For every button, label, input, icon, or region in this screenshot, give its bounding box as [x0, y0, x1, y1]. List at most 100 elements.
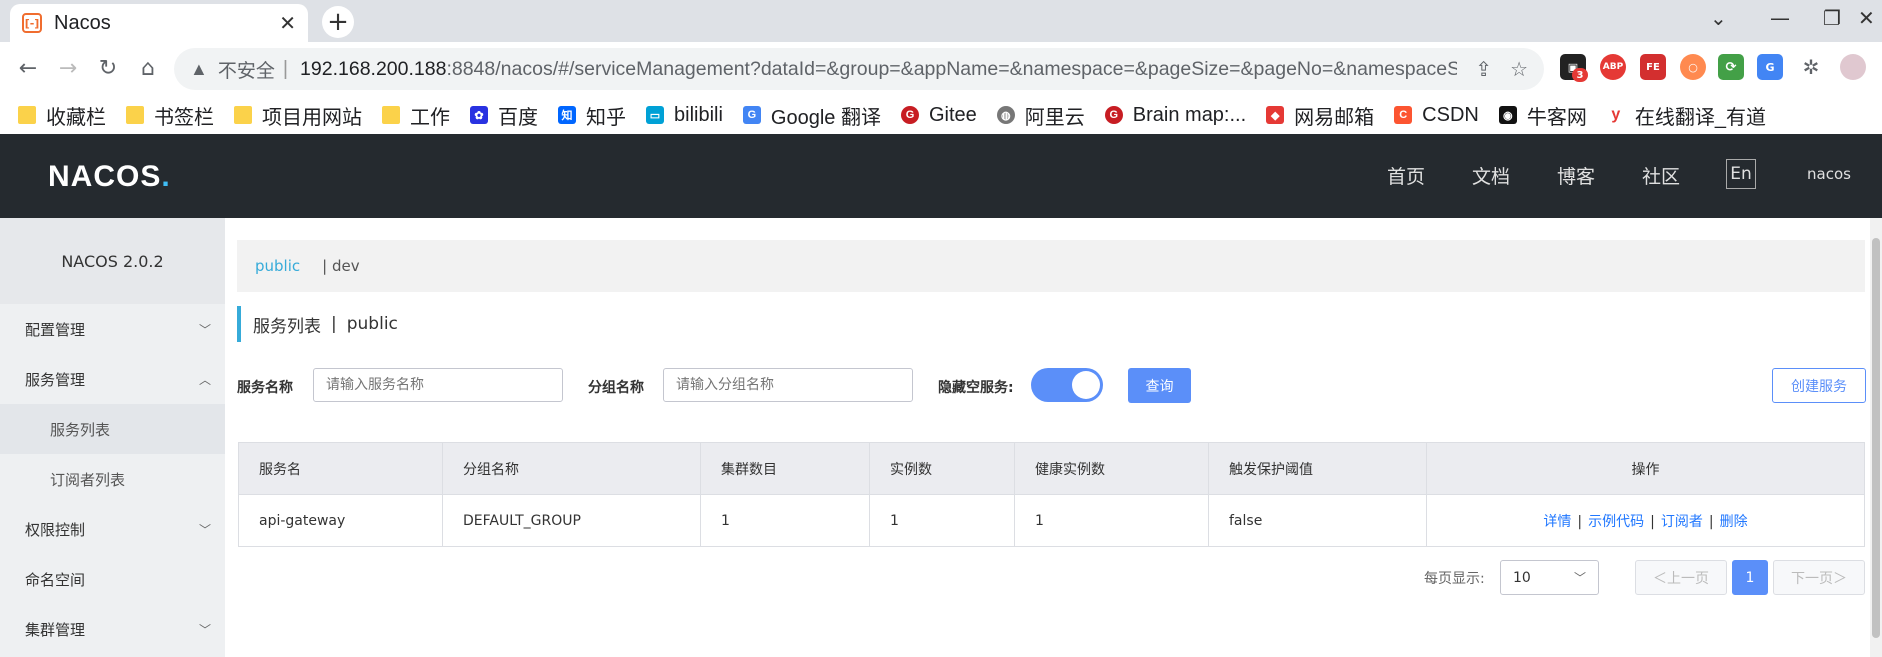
folder-icon — [126, 106, 144, 124]
bookmark-item[interactable]: G Brain map:... — [1104, 104, 1246, 127]
bookmark-label: Google 翻译 — [770, 106, 881, 129]
sidebar-item-config[interactable]: 配置管理 ﹀ — [0, 304, 225, 354]
bookmark-star-icon[interactable]: ☆ — [1510, 57, 1528, 82]
bookmark-label: 工作 — [410, 106, 450, 129]
namespace-bar: public | dev — [237, 240, 1865, 292]
reload-icon[interactable]: ↻ — [92, 52, 124, 84]
new-tab-button[interactable]: + — [322, 6, 354, 38]
bookmark-item[interactable]: G Gitee — [900, 104, 977, 127]
zhihu-icon: 知 — [558, 106, 576, 124]
chevron-right-icon: ＞ — [1833, 570, 1847, 587]
minimize-icon[interactable]: — — [1770, 6, 1790, 30]
browser-tab[interactable]: [-] Nacos ✕ — [10, 4, 308, 42]
profile-avatar[interactable] — [1840, 54, 1866, 80]
brainmap-icon: G — [1104, 106, 1123, 124]
page-size-label: 每页显示: — [1424, 571, 1485, 587]
url-text[interactable]: 192.168.200.188:8848/nacos/#/serviceMana… — [300, 58, 1457, 81]
forward-icon[interactable]: → — [52, 52, 84, 84]
bookmark-item[interactable]: G Google 翻译 — [742, 101, 881, 130]
page-size-select[interactable]: 10 ﹀ — [1500, 560, 1599, 595]
action-separator: | — [1650, 513, 1655, 530]
service-name-input[interactable] — [313, 368, 563, 402]
share-icon[interactable]: ⇪ — [1475, 57, 1492, 82]
url-path: :8848/nacos/#/serviceManagement?dataId=&… — [446, 57, 1458, 80]
sidebar-item-label: 配置管理 — [25, 320, 86, 339]
prev-page-button[interactable]: ＜上一页 — [1635, 560, 1727, 595]
nav-community[interactable]: 社区 — [1642, 162, 1680, 189]
action-subscriber-link[interactable]: 订阅者 — [1661, 514, 1703, 530]
extensions-puzzle-icon[interactable]: ✲ — [1798, 54, 1824, 80]
nacos-logo[interactable]: NACOS. — [48, 160, 171, 194]
sidebar-item-label: 集群管理 — [25, 620, 86, 639]
back-icon[interactable]: ← — [12, 52, 44, 84]
page-scrollbar[interactable] — [1870, 218, 1882, 657]
bookmark-item[interactable]: ▭ bilibili — [646, 104, 723, 127]
bookmark-item[interactable]: 项目用网站 — [234, 101, 362, 130]
cell-healthy-count: 1 — [1014, 494, 1209, 547]
nav-docs[interactable]: 文档 — [1472, 162, 1510, 189]
page-title: 服务列表 | public — [237, 306, 408, 342]
bookmark-item[interactable]: ◉ 牛客网 — [1498, 101, 1587, 130]
fehelper-icon[interactable]: FE — [1640, 54, 1666, 80]
sidebar-item-service[interactable]: 服务管理 ︿ — [0, 354, 225, 404]
google-translate-icon: G — [742, 106, 761, 124]
action-delete-link[interactable]: 删除 — [1720, 514, 1748, 530]
query-button[interactable]: 查询 — [1128, 368, 1191, 403]
nav-home[interactable]: 首页 — [1387, 162, 1425, 189]
nav-blog[interactable]: 博客 — [1557, 162, 1595, 189]
tab-search-icon[interactable]: ⌄ — [1710, 6, 1727, 30]
home-icon[interactable]: ⌂ — [132, 52, 164, 84]
sidebar-item-subscribers[interactable]: 订阅者列表 — [0, 454, 225, 504]
url-bar[interactable]: ▲ 不安全 | 192.168.200.188:8848/nacos/#/ser… — [174, 48, 1544, 90]
sidebar-item-service-list[interactable]: 服务列表 — [0, 404, 225, 454]
bookmark-item[interactable]: ◍ 阿里云 — [996, 101, 1085, 130]
page-title-separator: | — [331, 314, 337, 334]
next-page-button[interactable]: 下一页＞ — [1773, 560, 1865, 595]
bookmark-item[interactable]: 知知乎 — [558, 101, 626, 130]
extension-green-icon[interactable]: ⟳ — [1718, 54, 1744, 80]
sidebar-item-label: 命名空间 — [25, 570, 86, 589]
close-window-icon[interactable]: ✕ — [1858, 6, 1875, 30]
folder-icon — [234, 106, 252, 124]
namespace-dev[interactable]: | dev — [322, 257, 359, 275]
bookmark-item[interactable]: 书签栏 — [126, 101, 214, 130]
sidebar-item-auth[interactable]: 权限控制 ﹀ — [0, 504, 225, 554]
google-translate-ext-icon[interactable]: G — [1757, 54, 1783, 80]
bookmark-item[interactable]: 收藏栏 — [18, 101, 106, 130]
bookmark-item[interactable]: C CSDN — [1394, 104, 1479, 127]
create-service-button[interactable]: 创建服务 — [1772, 368, 1866, 403]
username[interactable]: nacos — [1807, 165, 1851, 183]
group-name-label: 分组名称 — [588, 380, 644, 396]
bookmark-label: 在线翻译_有道 — [1634, 106, 1766, 129]
sidebar-item-label: 权限控制 — [25, 520, 86, 539]
hide-empty-label: 隐藏空服务: — [938, 380, 1014, 396]
sidebar-item-cluster[interactable]: 集群管理 ﹀ — [0, 604, 225, 654]
bookmark-item[interactable]: ◆ 网易邮箱 — [1266, 101, 1374, 130]
address-bar-row: ← → ↻ ⌂ ▲ 不安全 | 192.168.200.188:8848/nac… — [0, 42, 1882, 96]
bookmark-label: 项目用网站 — [262, 106, 362, 129]
bookmark-item[interactable]: 工作 — [382, 101, 450, 130]
sidebar-item-namespace[interactable]: 命名空间 — [0, 554, 225, 604]
bookmark-item[interactable]: y 在线翻译_有道 — [1607, 101, 1766, 130]
action-detail-link[interactable]: 详情 — [1543, 514, 1571, 530]
restore-icon[interactable]: ❐ — [1823, 6, 1841, 30]
adblock-icon[interactable]: ABP — [1600, 54, 1626, 80]
tab-close-icon[interactable]: ✕ — [279, 11, 296, 35]
chevron-down-icon: ﹀ — [1573, 571, 1586, 585]
action-sample-code-link[interactable]: 示例代码 — [1588, 514, 1644, 530]
extension-orange-icon[interactable]: ○ — [1680, 54, 1706, 80]
page-1-button[interactable]: 1 — [1732, 560, 1768, 595]
cell-actions: 详情 | 示例代码 | 订阅者 | 删除 — [1426, 494, 1865, 547]
bookmark-label: bilibili — [674, 103, 723, 126]
warning-icon[interactable]: ▲ — [190, 59, 208, 80]
namespace-public[interactable]: public — [255, 257, 300, 275]
cell-cluster-count: 1 — [700, 494, 870, 547]
bookmark-item[interactable]: ✿ 百度 — [470, 101, 538, 130]
netease-icon: ◆ — [1266, 106, 1285, 124]
action-separator: | — [1708, 513, 1714, 530]
group-name-input[interactable] — [663, 368, 913, 402]
bilibili-icon: ▭ — [646, 106, 664, 124]
language-toggle-button[interactable]: En — [1726, 159, 1756, 189]
scrollbar-thumb[interactable] — [1872, 238, 1880, 638]
hide-empty-toggle[interactable] — [1031, 368, 1103, 402]
